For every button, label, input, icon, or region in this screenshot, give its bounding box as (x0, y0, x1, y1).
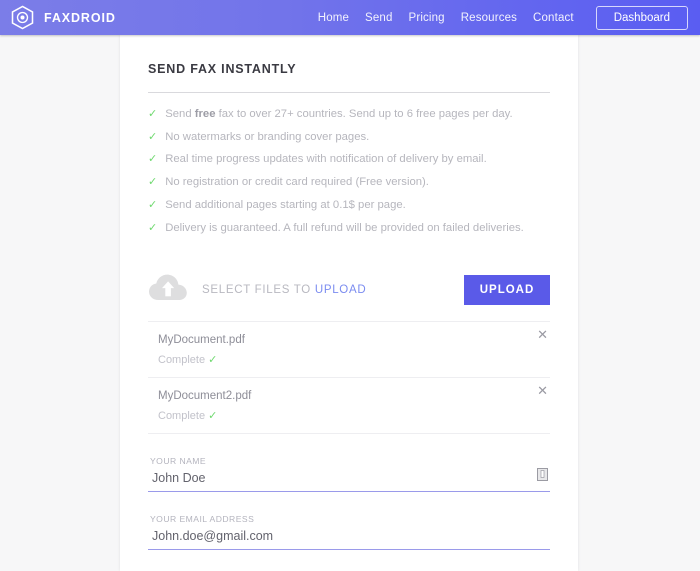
feature-text: Delivery is guaranteed. A full refund wi… (165, 222, 524, 235)
file-name: MyDocument2.pdf (158, 389, 252, 402)
email-field-label: YOUR EMAIL ADDRESS (150, 513, 255, 524)
nav-link-contact[interactable]: Contact (533, 12, 574, 24)
upload-link[interactable]: UPLOAD (315, 284, 367, 296)
email-field[interactable]: YOUR EMAIL ADDRESS John.doe@gmail.com (148, 514, 550, 550)
feature-list: ✓ Send free fax to over 27+ countries. S… (148, 103, 550, 241)
title-divider (148, 92, 550, 93)
feature-item: ✓ Send additional pages starting at 0.1$… (148, 195, 550, 218)
check-icon: ✓ (148, 222, 158, 235)
file-list-item: MyDocument2.pdf Complete ✓ ✕ (148, 378, 550, 434)
top-navigation-bar: FAXDROID Home Send Pricing Resources Con… (0, 0, 700, 35)
remove-file-icon[interactable]: ✕ (537, 384, 548, 397)
status-check-icon: ✓ (208, 409, 218, 422)
feature-item: ✓ Real time progress updates with notifi… (148, 149, 550, 172)
name-field[interactable]: YOUR NAME John Doe (148, 456, 550, 492)
name-input[interactable]: John Doe (148, 466, 550, 488)
nav-link-pricing[interactable]: Pricing (409, 12, 445, 24)
autofill-icon[interactable] (537, 467, 548, 486)
brand-name: FAXDROID (44, 10, 116, 25)
check-icon: ✓ (148, 153, 158, 166)
file-status: Complete ✓ (158, 409, 218, 422)
feature-item: ✓ No watermarks or branding cover pages. (148, 126, 550, 149)
status-check-icon: ✓ (208, 353, 218, 366)
file-status: Complete ✓ (158, 353, 218, 366)
nav-links: Home Send Pricing Resources Contact Dash… (318, 5, 688, 30)
feature-text: Real time progress updates with notifica… (165, 153, 487, 166)
check-icon: ✓ (148, 199, 158, 212)
name-field-label: YOUR NAME (150, 455, 207, 466)
page-body: SEND FAX INSTANTLY ✓ Send free fax to ov… (0, 35, 700, 571)
fax-form-card: SEND FAX INSTANTLY ✓ Send free fax to ov… (120, 35, 578, 571)
nav-link-home[interactable]: Home (318, 12, 349, 24)
select-files-label: SELECT FILES TO UPLOAD (202, 283, 367, 296)
feature-text: Send additional pages starting at 0.1$ p… (165, 199, 406, 212)
hexagon-logo-icon (10, 5, 35, 30)
check-icon: ✓ (148, 176, 158, 189)
page-title: SEND FAX INSTANTLY (148, 62, 297, 76)
remove-file-icon[interactable]: ✕ (537, 328, 548, 341)
feature-item: ✓ No registration or credit card require… (148, 172, 550, 195)
check-icon: ✓ (148, 107, 158, 120)
feature-text: No watermarks or branding cover pages. (165, 130, 370, 143)
file-list-item: MyDocument.pdf Complete ✓ ✕ (148, 322, 550, 378)
nav-link-resources[interactable]: Resources (461, 12, 517, 24)
check-icon: ✓ (148, 130, 158, 143)
dashboard-button[interactable]: Dashboard (595, 5, 688, 30)
cloud-upload-icon (148, 273, 188, 307)
upload-button[interactable]: UPLOAD (464, 274, 550, 305)
file-name: MyDocument.pdf (158, 333, 245, 346)
feature-item: ✓ Delivery is guaranteed. A full refund … (148, 218, 550, 241)
feature-text: No registration or credit card required … (165, 176, 429, 189)
brand-logo[interactable]: FAXDROID (10, 5, 116, 30)
feature-text: Send free fax to over 27+ countries. Sen… (165, 107, 513, 120)
file-drop-zone[interactable]: SELECT FILES TO UPLOAD UPLOAD (148, 263, 550, 322)
email-input[interactable]: John.doe@gmail.com (148, 524, 550, 546)
feature-item: ✓ Send free fax to over 27+ countries. S… (148, 103, 550, 126)
nav-link-send[interactable]: Send (365, 12, 392, 24)
